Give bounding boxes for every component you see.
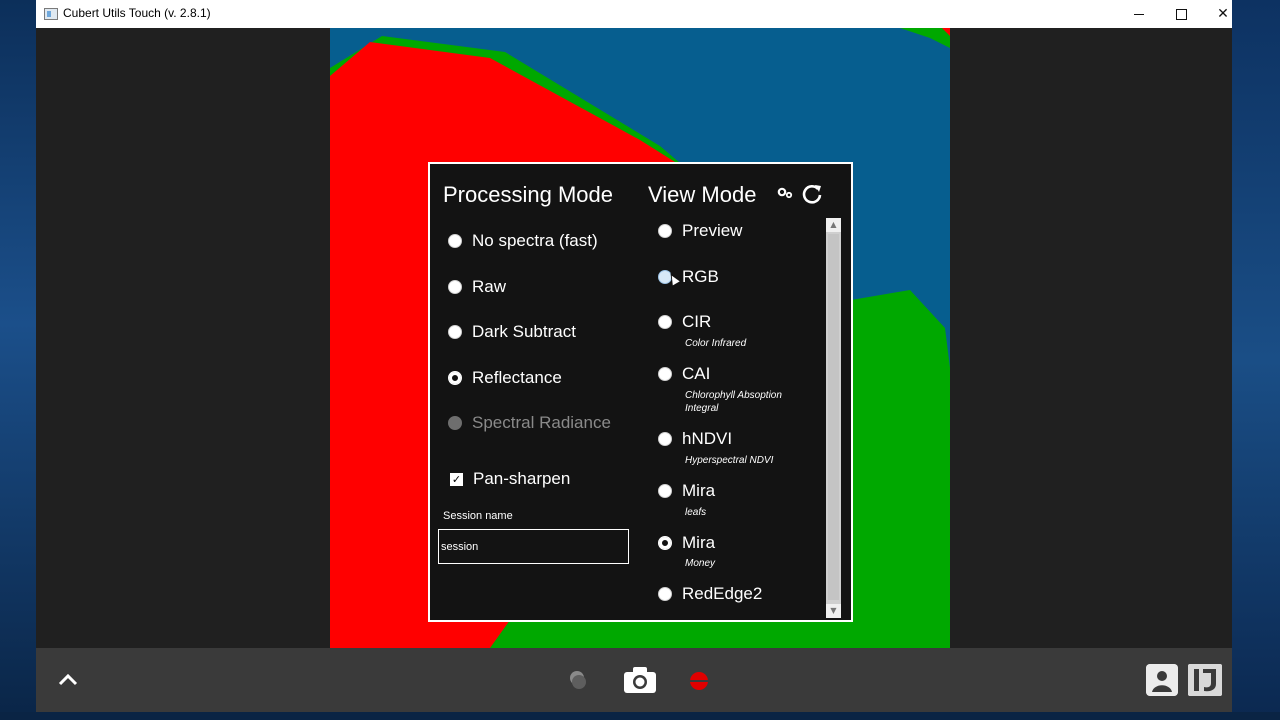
view-option-cai[interactable]: CAI	[658, 363, 710, 385]
view-option-hndvi[interactable]: hNDVI	[658, 428, 732, 450]
radio-button[interactable]	[658, 224, 672, 238]
scroll-thumb[interactable]	[828, 234, 839, 600]
view-option-label: hNDVI	[682, 429, 733, 448]
view-option-label: Preview	[682, 221, 743, 240]
pan-sharpen-label: Pan-sharpen	[473, 469, 571, 488]
scroll-down-arrow-icon[interactable]: ▼	[826, 604, 841, 618]
processing-option-reflectance[interactable]: Reflectance	[448, 367, 562, 389]
imagej-icon[interactable]	[1188, 664, 1222, 696]
processing-mode-heading: Processing Mode	[443, 182, 613, 207]
radio-button[interactable]	[448, 325, 462, 339]
app-icon	[44, 8, 58, 20]
view-option-description: leafs	[685, 507, 707, 518]
view-mode-heading: View Mode	[648, 182, 757, 207]
view-option-description: Money	[685, 558, 716, 569]
radio-button-selected[interactable]	[658, 536, 672, 550]
main-content: Processing Mode View Mode No spectra (fa…	[36, 28, 1232, 648]
camera-icon[interactable]	[622, 665, 658, 695]
session-name-input[interactable]	[438, 529, 629, 564]
refresh-icon[interactable]	[801, 183, 823, 205]
processing-option-label: No spectra (fast)	[472, 231, 598, 250]
capture-dot-icon[interactable]	[568, 670, 588, 690]
close-button[interactable]: ✕	[1202, 0, 1244, 28]
view-option-label: RGB	[682, 267, 719, 286]
view-option-label: CAI	[682, 364, 711, 383]
record-icon[interactable]	[690, 672, 708, 690]
gear-icon[interactable]	[776, 184, 794, 202]
radio-button[interactable]	[658, 484, 672, 498]
processing-option-dark-subtract[interactable]: Dark Subtract	[448, 321, 576, 343]
view-option-description: Hyperspectral NDVI	[685, 455, 774, 466]
pan-sharpen-checkbox-row[interactable]: ✓ Pan-sharpen	[450, 469, 570, 489]
radio-button-selected[interactable]	[448, 371, 462, 385]
processing-option-label: Reflectance	[472, 368, 562, 387]
gallery-icon[interactable]	[1146, 664, 1178, 696]
processing-option-label: Spectral Radiance	[472, 413, 611, 432]
minimize-button[interactable]	[1118, 0, 1160, 28]
radio-button-disabled	[448, 416, 462, 430]
processing-option-no-spectra[interactable]: No spectra (fast)	[448, 230, 598, 252]
processing-option-spectral-radiance: Spectral Radiance	[448, 412, 611, 434]
processing-option-label: Raw	[472, 277, 507, 296]
scroll-up-arrow-icon[interactable]: ▲	[826, 218, 841, 232]
view-option-mira-money[interactable]: Mira	[658, 532, 715, 554]
radio-button[interactable]	[658, 432, 672, 446]
view-option-description: Color Infrared	[685, 338, 747, 349]
chevron-up-icon[interactable]	[56, 668, 80, 692]
view-option-label: CIR	[682, 312, 712, 331]
minimize-icon	[1134, 13, 1144, 15]
window-title: Cubert Utils Touch (v. 2.8.1)	[63, 6, 211, 20]
mode-settings-panel: Processing Mode View Mode No spectra (fa…	[428, 162, 853, 622]
view-option-rededge2[interactable]: RedEdge2	[658, 583, 762, 605]
title-bar[interactable]: Cubert Utils Touch (v. 2.8.1) ✕	[36, 0, 1232, 29]
radio-button[interactable]	[448, 234, 462, 248]
image-region-red-left	[330, 162, 428, 648]
view-option-cir[interactable]: CIR	[658, 311, 711, 333]
desktop-background-bottom	[0, 712, 1280, 720]
bottom-toolbar	[36, 648, 1232, 712]
processing-option-raw[interactable]: Raw	[448, 276, 506, 298]
view-option-label: Mira	[682, 481, 716, 500]
desktop-background-left	[0, 0, 36, 720]
image-region-green-right	[851, 290, 950, 648]
view-option-preview[interactable]: Preview	[658, 220, 742, 242]
app-window: Cubert Utils Touch (v. 2.8.1) ✕ Processi…	[36, 0, 1232, 712]
radio-button[interactable]	[448, 280, 462, 294]
view-mode-scrollbar[interactable]: ▲ ▼	[826, 218, 841, 618]
view-option-mira-leafs[interactable]: Mira	[658, 480, 715, 502]
view-option-label: RedEdge2	[682, 584, 763, 603]
close-icon: ✕	[1217, 6, 1229, 22]
radio-button[interactable]	[658, 367, 672, 381]
view-option-label: Mira	[682, 533, 716, 552]
view-option-description: Chlorophyll Absoption Integral	[685, 390, 782, 414]
maximize-icon	[1175, 8, 1187, 20]
session-name-label: Session name	[443, 510, 513, 522]
pan-sharpen-checkbox[interactable]: ✓	[450, 472, 463, 486]
desktop-background-right	[1232, 0, 1280, 720]
processing-option-label: Dark Subtract	[472, 322, 576, 341]
image-region-green-bottom	[490, 620, 851, 648]
maximize-button[interactable]	[1160, 0, 1202, 28]
radio-button[interactable]	[658, 315, 672, 329]
radio-button[interactable]	[658, 587, 672, 601]
